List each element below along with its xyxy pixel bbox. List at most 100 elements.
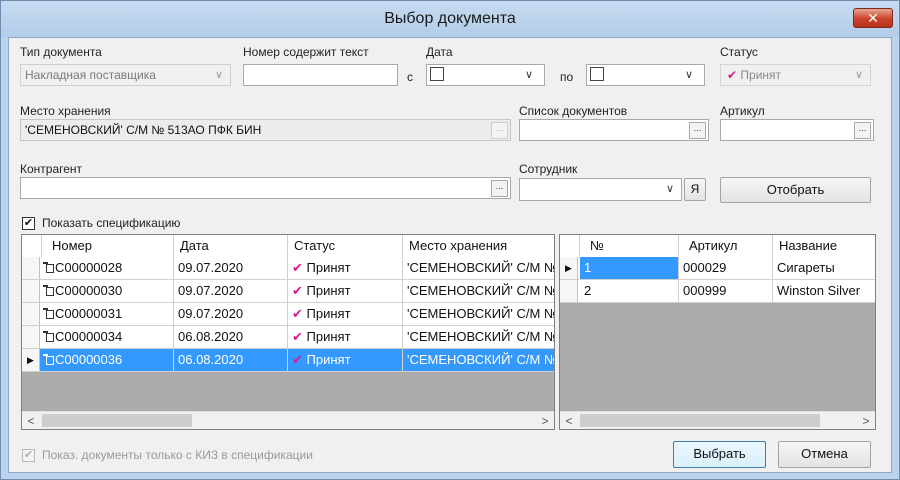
cell-status-text: Принят: [306, 306, 351, 321]
cell-status[interactable]: ✔ Принят: [288, 257, 403, 279]
cell-name[interactable]: Winston Silver: [773, 280, 875, 302]
row-header[interactable]: [22, 303, 40, 325]
show-spec-checkbox[interactable]: ✔: [22, 217, 35, 230]
cell-no[interactable]: 1: [580, 257, 679, 279]
cell-number[interactable]: C00000030: [42, 280, 174, 302]
counterparty-field[interactable]: ...: [20, 177, 511, 199]
chevron-down-icon: ∨: [665, 183, 675, 195]
show-spec-label: Показать спецификацию: [42, 216, 181, 230]
row-header[interactable]: [22, 326, 40, 348]
cell-article[interactable]: 000999: [679, 280, 773, 302]
me-button[interactable]: Я: [684, 178, 706, 201]
date-from-checkbox[interactable]: [430, 67, 444, 81]
date-to-checkbox[interactable]: [590, 67, 604, 81]
cell-date[interactable]: 06.08.2020: [174, 349, 288, 371]
employee-select[interactable]: ∨: [519, 178, 682, 201]
cell-number[interactable]: C00000031: [42, 303, 174, 325]
date-to-picker[interactable]: ∨: [586, 64, 705, 86]
article-browse-button[interactable]: ...: [854, 122, 871, 139]
cell-number[interactable]: C00000028: [42, 257, 174, 279]
documents-grid[interactable]: Номер Дата Статус Место хранения C000000…: [21, 234, 555, 430]
documents-hscrollbar[interactable]: < >: [22, 411, 554, 429]
kiz-only-label: Показ. документы только с КИЗ в специфик…: [42, 448, 313, 462]
doc-type-select[interactable]: Накладная поставщика ∨: [20, 64, 231, 86]
select-button[interactable]: Выбрать: [673, 441, 766, 468]
column-header-date[interactable]: Дата: [174, 235, 288, 257]
scroll-right-arrow[interactable]: >: [857, 412, 875, 429]
cell-status[interactable]: ✔ Принят: [288, 303, 403, 325]
column-header-number[interactable]: Номер: [42, 235, 174, 257]
filter-button[interactable]: Отобрать: [720, 177, 871, 203]
cell-number[interactable]: C00000036: [42, 349, 174, 371]
cell-status[interactable]: ✔ Принят: [288, 326, 403, 348]
cell-status-text: Принят: [306, 329, 351, 344]
scroll-thumb[interactable]: [42, 414, 192, 427]
document-icon: [43, 285, 54, 296]
cell-name[interactable]: Сигареты: [773, 257, 875, 279]
cell-storage[interactable]: 'СЕМЕНОВСКИЙ' С/М №: [403, 326, 554, 348]
cell-status[interactable]: ✔ Принят: [288, 280, 403, 302]
status-label: Статус: [720, 45, 758, 59]
table-row[interactable]: ▶ C00000036 06.08.2020 ✔ Принят 'СЕМЕНОВСКИЙ…: [22, 349, 554, 372]
doc-type-value: Накладная поставщика: [25, 68, 156, 82]
document-icon: [43, 308, 54, 319]
table-row[interactable]: C00000031 09.07.2020 ✔ Принят 'СЕМЕНОВСКИЙ'…: [22, 303, 554, 326]
table-row[interactable]: 2 000999 Winston Silver: [560, 280, 875, 303]
specification-hscrollbar[interactable]: < >: [560, 411, 875, 429]
date-from-picker[interactable]: ∨: [426, 64, 545, 86]
cell-status-text: Принят: [306, 352, 351, 367]
specification-grid[interactable]: № Артикул Название ▶ 1 000029 Сигареты 2 0009…: [559, 234, 876, 430]
storage-browse-button[interactable]: ...: [491, 122, 508, 139]
cell-date[interactable]: 06.08.2020: [174, 326, 288, 348]
number-input[interactable]: [243, 64, 398, 86]
scroll-right-arrow[interactable]: >: [536, 412, 554, 429]
doc-list-label: Список документов: [519, 104, 628, 118]
table-row[interactable]: C00000028 09.07.2020 ✔ Принят 'СЕМЕНОВСКИЙ'…: [22, 257, 554, 280]
check-icon: ✔: [292, 306, 303, 321]
document-icon: [43, 331, 54, 342]
close-button[interactable]: ✕: [853, 8, 893, 28]
row-header[interactable]: [22, 280, 40, 302]
cell-status[interactable]: ✔ Принят: [288, 349, 403, 371]
cell-number[interactable]: C00000034: [42, 326, 174, 348]
check-icon: ✔: [292, 329, 303, 344]
status-value: Принят: [740, 68, 782, 82]
storage-field[interactable]: 'СЕМЕНОВСКИЙ' С/М № 513АО ПФК БИН ...: [20, 119, 511, 141]
title-bar[interactable]: Выбор документа ✕: [1, 1, 899, 37]
cell-storage[interactable]: 'СЕМЕНОВСКИЙ' С/М №: [403, 303, 554, 325]
status-select[interactable]: ✔ Принят ∨: [720, 64, 871, 86]
cell-date[interactable]: 09.07.2020: [174, 257, 288, 279]
column-header-no[interactable]: №: [580, 235, 679, 257]
column-header-name[interactable]: Название: [773, 235, 875, 257]
doc-list-field[interactable]: ...: [519, 119, 709, 141]
scroll-thumb[interactable]: [580, 414, 820, 427]
counterparty-browse-button[interactable]: ...: [491, 180, 508, 197]
row-header[interactable]: [22, 257, 40, 279]
row-header[interactable]: [560, 280, 578, 302]
cell-storage[interactable]: 'СЕМЕНОВСКИЙ' С/М №: [403, 349, 554, 371]
cell-number-text: C00000034: [55, 329, 123, 344]
table-row[interactable]: C00000030 09.07.2020 ✔ Принят 'СЕМЕНОВСКИЙ'…: [22, 280, 554, 303]
cancel-button[interactable]: Отмена: [778, 441, 871, 468]
table-row[interactable]: C00000034 06.08.2020 ✔ Принят 'СЕМЕНОВСКИЙ'…: [22, 326, 554, 349]
cell-date[interactable]: 09.07.2020: [174, 280, 288, 302]
column-header-article[interactable]: Артикул: [679, 235, 773, 257]
column-header-status[interactable]: Статус: [288, 235, 403, 257]
cell-storage[interactable]: 'СЕМЕНОВСКИЙ' С/М №: [403, 280, 554, 302]
resize-grip-icon[interactable]: [879, 460, 889, 470]
doc-list-browse-button[interactable]: ...: [689, 122, 706, 139]
column-header-storage[interactable]: Место хранения: [403, 235, 554, 257]
cell-no[interactable]: 2: [580, 280, 679, 302]
cell-storage[interactable]: 'СЕМЕНОВСКИЙ' С/М №: [403, 257, 554, 279]
row-header[interactable]: ▶: [22, 349, 40, 371]
article-field[interactable]: ...: [720, 119, 874, 141]
table-row[interactable]: ▶ 1 000029 Сигареты: [560, 257, 875, 280]
cell-date[interactable]: 09.07.2020: [174, 303, 288, 325]
employee-label: Сотрудник: [519, 162, 578, 176]
scroll-left-arrow[interactable]: <: [22, 412, 40, 429]
cell-article[interactable]: 000029: [679, 257, 773, 279]
scroll-left-arrow[interactable]: <: [560, 412, 578, 429]
kiz-only-checkbox[interactable]: ✔: [22, 449, 35, 462]
row-header[interactable]: ▶: [560, 257, 578, 279]
window-title: Выбор документа: [384, 10, 516, 27]
